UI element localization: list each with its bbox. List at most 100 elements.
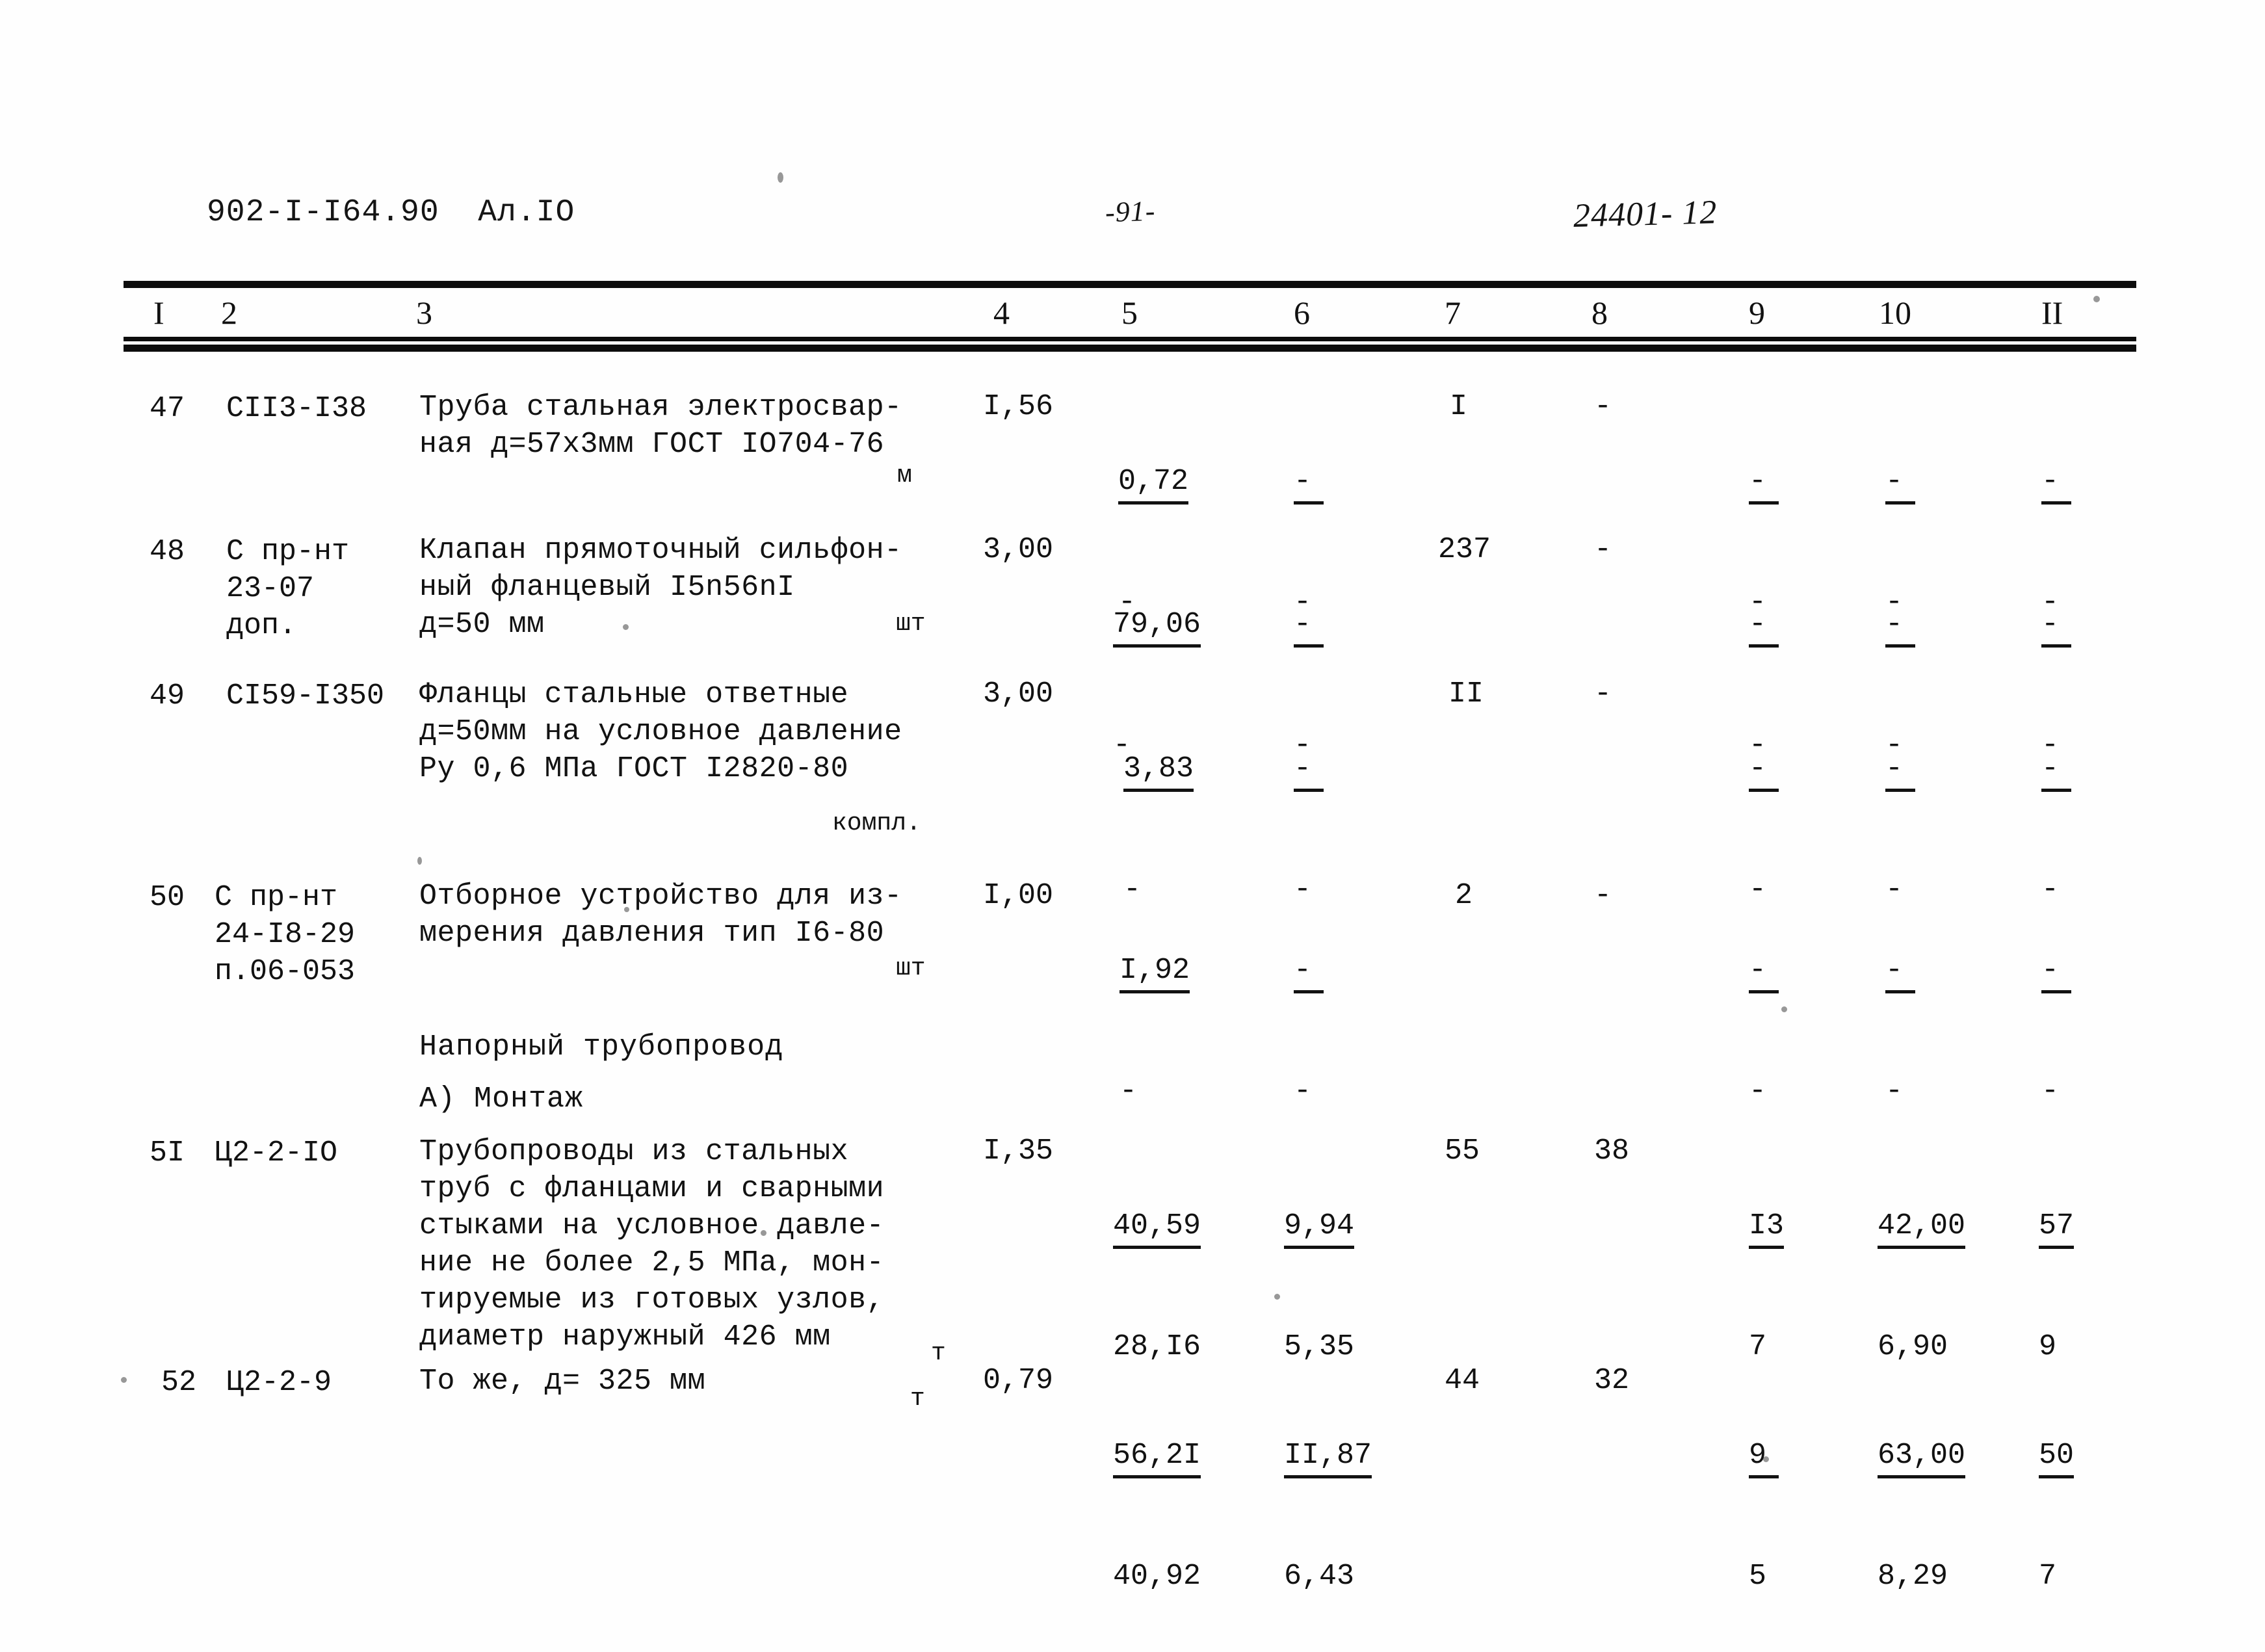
scan-speck: [623, 624, 629, 630]
cell-col9: 9 5: [1749, 1363, 1854, 1652]
cell-col7: 2: [1455, 879, 1473, 912]
cell-col11-top: 57: [2039, 1207, 2075, 1249]
row-code: С пр-нт 24-I8-29 п.06-053: [215, 881, 356, 988]
column-header-7: 7: [1445, 295, 1461, 331]
cell-col4: 3,00: [983, 533, 1054, 566]
row-description-line: Клапан прямоточный сильфон-: [419, 534, 902, 567]
cell-col8: 32: [1594, 1364, 1630, 1397]
document-code-header: 902-I-I64.90 Ал.IO: [207, 195, 575, 230]
row-number: 47: [149, 392, 185, 425]
cell-col4: 3,00: [983, 677, 1054, 711]
row-description-line: ный фланцевый I5n56nI: [419, 571, 795, 604]
column-header-2: 2: [221, 295, 237, 331]
row-unit: т: [931, 1339, 946, 1367]
row-number: 49: [149, 679, 185, 713]
cell-col9-top: -: [1749, 952, 1779, 993]
cell-col7: II: [1448, 677, 1484, 711]
row-description-line: Отборное устройство для из-: [419, 880, 902, 913]
cell-col6-top: -: [1294, 952, 1324, 993]
scan-speck: [1274, 1294, 1280, 1300]
cell-col6-top: -: [1294, 463, 1324, 505]
cell-col11-top: -: [2041, 463, 2071, 505]
cell-col10: 63,00 8,29: [1878, 1363, 1983, 1652]
cell-col6-top: -: [1294, 606, 1324, 648]
cell-col4: 0,79: [983, 1364, 1054, 1397]
cell-col9-top: -: [1749, 463, 1779, 505]
column-header-4: 4: [993, 295, 1010, 331]
page-number: -91-: [1105, 194, 1157, 229]
row-description-line: д=50 мм: [419, 608, 545, 641]
row-number: 48: [149, 535, 185, 568]
cell-col6-top: II,87: [1284, 1437, 1372, 1478]
document-page: 902-I-I64.90 Ал.IO -91- 24401- 12 I 2 3 …: [0, 0, 2265, 1652]
cell-col5-top: 56,2I: [1113, 1437, 1201, 1478]
cell-col10-top: -: [1885, 606, 1915, 648]
row-description-line: д=50мм на условное давление: [419, 715, 902, 748]
cell-col4: I,35: [983, 1134, 1054, 1168]
cell-col6-top: 9,94: [1284, 1207, 1355, 1249]
column-header-5: 5: [1121, 295, 1138, 331]
row-code: С пр-нт 23-07 доп.: [226, 535, 350, 642]
row-number: 50: [149, 881, 185, 914]
cell-col8: -: [1594, 879, 1612, 912]
row-description-line: Труба стальная электросвар-: [419, 391, 902, 424]
cell-col9-bottom: -: [1749, 1075, 1767, 1108]
cell-col8: 38: [1594, 1134, 1630, 1168]
cell-col5-top: I,92: [1119, 952, 1190, 993]
cell-col9-bottom: 5: [1749, 1560, 1767, 1593]
cell-col6-bottom: 5,35: [1284, 1330, 1355, 1363]
row-code: Ц2-2-IO: [215, 1136, 338, 1170]
cell-col7: 237: [1438, 533, 1491, 566]
cell-col5-bottom: 40,92: [1113, 1560, 1201, 1593]
cell-col8: -: [1594, 533, 1612, 566]
table-header-rule-lower: [124, 345, 2136, 352]
row-number: 5I: [149, 1136, 185, 1170]
cell-col9-top: -: [1749, 750, 1779, 792]
cell-col5-bottom: -: [1119, 1075, 1138, 1108]
row-code: СII3-I38: [226, 392, 367, 425]
row-unit: м: [897, 462, 912, 490]
cell-col11-top: -: [2041, 606, 2071, 648]
cell-col10-bottom: 6,90: [1878, 1330, 1948, 1363]
scan-speck: [761, 1230, 766, 1236]
column-header-6: 6: [1294, 295, 1310, 331]
row-number: 52: [161, 1366, 196, 1399]
cell-col5: 56,2I 40,92: [1113, 1363, 1218, 1652]
sheet-number-header: 24401- 12: [1573, 194, 1718, 235]
row-description-line: Фланцы стальные ответные: [419, 678, 849, 711]
cell-col8: -: [1594, 677, 1612, 711]
cell-col11-top: -: [2041, 952, 2071, 993]
cell-col6-bottom: -: [1294, 1075, 1312, 1108]
cell-col11-bottom: 7: [2039, 1560, 2057, 1593]
section-heading-pipeline: Напорный трубопровод: [419, 1030, 784, 1064]
cell-col8: -: [1594, 390, 1612, 423]
cell-col7: 55: [1445, 1134, 1480, 1168]
column-header-1: I: [153, 295, 164, 331]
cell-col10-top: 63,00: [1878, 1437, 1966, 1478]
column-header-8: 8: [1591, 295, 1608, 331]
cell-col5-top: 40,59: [1113, 1207, 1201, 1249]
row-unit: компл.: [832, 809, 921, 837]
row-description-line: Ру 0,6 МПа ГОСТ I2820-80: [419, 752, 849, 785]
cell-col10-top: -: [1885, 463, 1915, 505]
row-description-line: стыками на условное давле-: [419, 1209, 885, 1242]
scan-speck: [1763, 1456, 1769, 1462]
cell-col4: I,56: [983, 390, 1054, 423]
cell-col6: II,87 6,43: [1284, 1363, 1389, 1652]
cell-col6-bottom: 6,43: [1284, 1560, 1355, 1593]
table-top-rule: [124, 281, 2136, 288]
cell-col9-top: -: [1749, 606, 1779, 648]
row-unit: т: [910, 1385, 925, 1413]
row-code: Ц2-2-9: [226, 1366, 332, 1399]
cell-col5-top: 3,83: [1123, 750, 1194, 792]
scan-speck: [778, 172, 783, 183]
column-header-9: 9: [1749, 295, 1765, 331]
cell-col5-bottom: 28,I6: [1113, 1330, 1201, 1363]
column-header-10: 10: [1879, 295, 1911, 331]
row-description-line: труб с фланцами и сварными: [419, 1172, 885, 1205]
cell-col5-top: 0,72: [1118, 463, 1189, 505]
row-code: СI59-I350: [226, 679, 385, 713]
cell-col11-top: -: [2041, 750, 2071, 792]
cell-col4: I,00: [983, 879, 1054, 912]
cell-col11-bottom: 9: [2039, 1330, 2057, 1363]
